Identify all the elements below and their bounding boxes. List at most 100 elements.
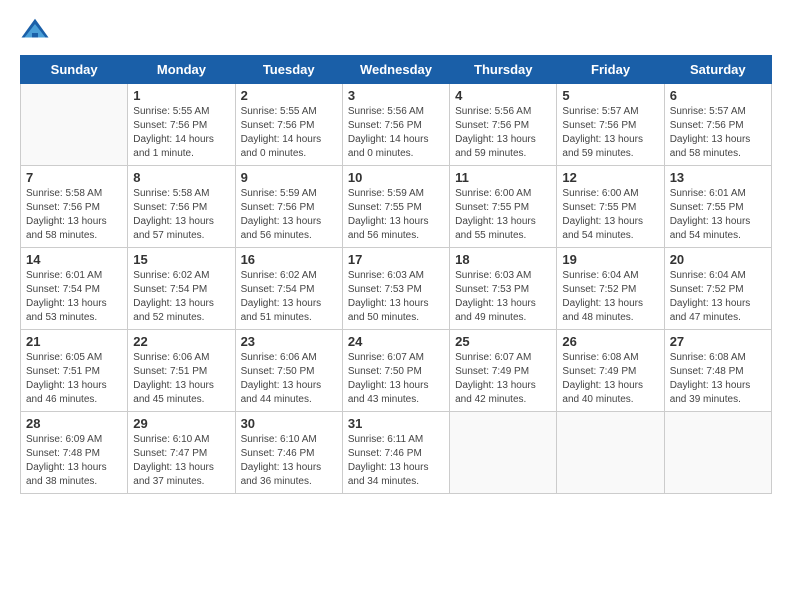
day-info: Sunrise: 6:02 AMSunset: 7:54 PMDaylight:… [241, 269, 337, 325]
header [20, 15, 772, 45]
day-info: Sunrise: 6:10 AMSunset: 7:47 PMDaylight:… [133, 433, 229, 489]
calendar-header-monday: Monday [128, 56, 235, 84]
page: SundayMondayTuesdayWednesdayThursdayFrid… [0, 0, 792, 612]
day-number: 30 [241, 416, 337, 431]
calendar-cell: 30 Sunrise: 6:10 AMSunset: 7:46 PMDayligh… [235, 412, 342, 494]
day-number: 25 [455, 334, 551, 349]
day-number: 15 [133, 252, 229, 267]
calendar-cell: 8Sunrise: 5:58 AMSunset: 7:56 PMDaylight… [128, 166, 235, 248]
day-number: 1 [133, 88, 229, 103]
calendar-cell: 11 Sunrise: 6:00 AMSunset: 7:55 PMDayligh… [450, 166, 557, 248]
day-number: 5 [562, 88, 658, 103]
day-info: Sunrise: 5:57 AMSunset: 7:56 PMDaylight:… [562, 105, 658, 161]
calendar-cell: 9 Sunrise: 5:59 AMSunset: 7:56 PMDaylight… [235, 166, 342, 248]
day-number: 22 [133, 334, 229, 349]
calendar-cell: 27 Sunrise: 6:08 AMSunset: 7:48 PMDayligh… [664, 330, 771, 412]
day-info: Sunrise: 5:58 AMSunset: 7:56 PMDaylight:… [133, 187, 229, 243]
calendar-cell: 31 Sunrise: 6:11 AMSunset: 7:46 PMDayligh… [342, 412, 449, 494]
calendar-cell: 21 Sunrise: 6:05 AMSunset: 7:51 PMDayligh… [21, 330, 128, 412]
calendar-cell [557, 412, 664, 494]
day-info: Sunrise: 6:04 AMSunset: 7:52 PMDaylight:… [562, 269, 658, 325]
day-info: Sunrise: 6:03 AMSunset: 7:53 PMDaylight:… [455, 269, 551, 325]
calendar-cell: 3Sunrise: 5:56 AMSunset: 7:56 PMDaylight… [342, 84, 449, 166]
day-number: 6 [670, 88, 766, 103]
calendar-cell: 5 Sunrise: 5:57 AMSunset: 7:56 PMDaylight… [557, 84, 664, 166]
calendar-cell: 17Sunrise: 6:03 AMSunset: 7:53 PMDayligh… [342, 248, 449, 330]
day-info: Sunrise: 6:03 AMSunset: 7:53 PMDaylight:… [348, 269, 444, 325]
day-info: Sunrise: 6:00 AMSunset: 7:55 PMDaylight:… [455, 187, 551, 243]
day-number: 28 [26, 416, 122, 431]
day-info: Sunrise: 6:10 AMSunset: 7:46 PMDaylight:… [241, 433, 337, 489]
calendar-cell [664, 412, 771, 494]
calendar-header-thursday: Thursday [450, 56, 557, 84]
day-number: 12 [562, 170, 658, 185]
day-info: Sunrise: 6:06 AMSunset: 7:51 PMDaylight:… [133, 351, 229, 407]
calendar-header-row: SundayMondayTuesdayWednesdayThursdayFrid… [21, 56, 772, 84]
day-info: Sunrise: 5:55 AMSunset: 7:56 PMDaylight:… [241, 105, 337, 161]
day-number: 14 [26, 252, 122, 267]
calendar-cell [450, 412, 557, 494]
day-info: Sunrise: 5:57 AMSunset: 7:56 PMDaylight:… [670, 105, 766, 161]
day-number: 9 [241, 170, 337, 185]
day-info: Sunrise: 6:11 AMSunset: 7:46 PMDaylight:… [348, 433, 444, 489]
calendar-cell: 16Sunrise: 6:02 AMSunset: 7:54 PMDayligh… [235, 248, 342, 330]
day-info: Sunrise: 6:01 AMSunset: 7:54 PMDaylight:… [26, 269, 122, 325]
calendar-cell: 24Sunrise: 6:07 AMSunset: 7:50 PMDayligh… [342, 330, 449, 412]
calendar-week-1: 1 Sunrise: 5:55 AMSunset: 7:56 PMDaylight… [21, 84, 772, 166]
day-number: 10 [348, 170, 444, 185]
day-number: 24 [348, 334, 444, 349]
calendar: SundayMondayTuesdayWednesdayThursdayFrid… [20, 55, 772, 494]
calendar-cell: 4 Sunrise: 5:56 AMSunset: 7:56 PMDaylight… [450, 84, 557, 166]
day-number: 21 [26, 334, 122, 349]
day-number: 19 [562, 252, 658, 267]
calendar-week-5: 28 Sunrise: 6:09 AMSunset: 7:48 PMDayligh… [21, 412, 772, 494]
calendar-cell: 12 Sunrise: 6:00 AMSunset: 7:55 PMDayligh… [557, 166, 664, 248]
day-number: 29 [133, 416, 229, 431]
calendar-cell: 10 Sunrise: 5:59 AMSunset: 7:55 PMDayligh… [342, 166, 449, 248]
day-info: Sunrise: 5:55 AMSunset: 7:56 PMDaylight:… [133, 105, 229, 161]
calendar-cell: 26Sunrise: 6:08 AMSunset: 7:49 PMDayligh… [557, 330, 664, 412]
day-number: 31 [348, 416, 444, 431]
calendar-cell: 29 Sunrise: 6:10 AMSunset: 7:47 PMDayligh… [128, 412, 235, 494]
calendar-week-4: 21 Sunrise: 6:05 AMSunset: 7:51 PMDayligh… [21, 330, 772, 412]
calendar-header-sunday: Sunday [21, 56, 128, 84]
calendar-cell: 22 Sunrise: 6:06 AMSunset: 7:51 PMDayligh… [128, 330, 235, 412]
calendar-cell: 25 Sunrise: 6:07 AMSunset: 7:49 PMDayligh… [450, 330, 557, 412]
day-info: Sunrise: 6:04 AMSunset: 7:52 PMDaylight:… [670, 269, 766, 325]
calendar-cell: 6 Sunrise: 5:57 AMSunset: 7:56 PMDaylight… [664, 84, 771, 166]
day-number: 13 [670, 170, 766, 185]
day-info: Sunrise: 6:06 AMSunset: 7:50 PMDaylight:… [241, 351, 337, 407]
calendar-header-wednesday: Wednesday [342, 56, 449, 84]
logo-icon [20, 15, 50, 45]
calendar-header-friday: Friday [557, 56, 664, 84]
calendar-cell: 28 Sunrise: 6:09 AMSunset: 7:48 PMDayligh… [21, 412, 128, 494]
calendar-cell: 1 Sunrise: 5:55 AMSunset: 7:56 PMDaylight… [128, 84, 235, 166]
day-number: 4 [455, 88, 551, 103]
day-number: 11 [455, 170, 551, 185]
calendar-cell [21, 84, 128, 166]
calendar-cell: 13 Sunrise: 6:01 AMSunset: 7:55 PMDayligh… [664, 166, 771, 248]
day-info: Sunrise: 6:00 AMSunset: 7:55 PMDaylight:… [562, 187, 658, 243]
calendar-cell: 15Sunrise: 6:02 AMSunset: 7:54 PMDayligh… [128, 248, 235, 330]
day-number: 20 [670, 252, 766, 267]
day-number: 23 [241, 334, 337, 349]
day-info: Sunrise: 5:59 AMSunset: 7:55 PMDaylight:… [348, 187, 444, 243]
calendar-header-saturday: Saturday [664, 56, 771, 84]
day-info: Sunrise: 6:07 AMSunset: 7:49 PMDaylight:… [455, 351, 551, 407]
calendar-header-tuesday: Tuesday [235, 56, 342, 84]
day-info: Sunrise: 5:59 AMSunset: 7:56 PMDaylight:… [241, 187, 337, 243]
day-info: Sunrise: 5:56 AMSunset: 7:56 PMDaylight:… [348, 105, 444, 161]
calendar-cell: 19 Sunrise: 6:04 AMSunset: 7:52 PMDayligh… [557, 248, 664, 330]
logo [20, 15, 54, 45]
day-info: Sunrise: 5:56 AMSunset: 7:56 PMDaylight:… [455, 105, 551, 161]
day-info: Sunrise: 6:08 AMSunset: 7:49 PMDaylight:… [562, 351, 658, 407]
day-number: 27 [670, 334, 766, 349]
day-info: Sunrise: 6:09 AMSunset: 7:48 PMDaylight:… [26, 433, 122, 489]
day-number: 2 [241, 88, 337, 103]
day-info: Sunrise: 6:05 AMSunset: 7:51 PMDaylight:… [26, 351, 122, 407]
calendar-cell: 2 Sunrise: 5:55 AMSunset: 7:56 PMDaylight… [235, 84, 342, 166]
day-info: Sunrise: 6:01 AMSunset: 7:55 PMDaylight:… [670, 187, 766, 243]
day-info: Sunrise: 6:08 AMSunset: 7:48 PMDaylight:… [670, 351, 766, 407]
calendar-week-2: 7 Sunrise: 5:58 AMSunset: 7:56 PMDaylight… [21, 166, 772, 248]
day-number: 7 [26, 170, 122, 185]
